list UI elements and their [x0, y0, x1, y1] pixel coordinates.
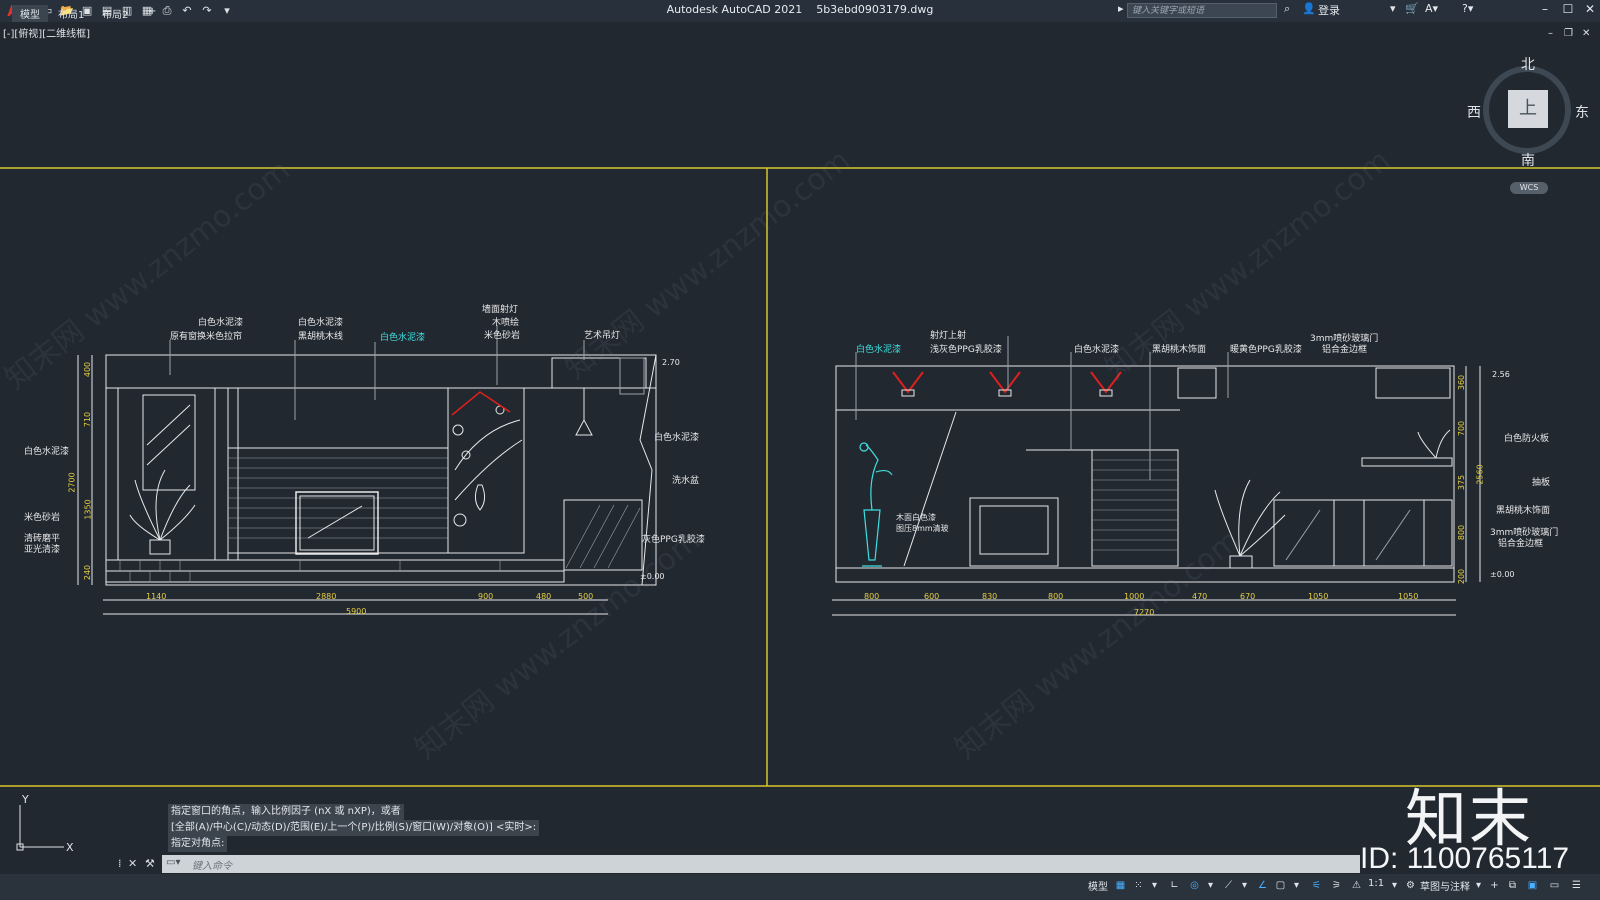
- annotation-visibility-icon[interactable]: ⚟: [1310, 880, 1323, 892]
- tab-model[interactable]: 模型: [12, 5, 48, 22]
- command-customize-icon[interactable]: ⚒: [145, 857, 155, 870]
- compass-north[interactable]: 北: [1521, 54, 1535, 74]
- right-elevation: [832, 336, 1481, 616]
- svg-text:X: X: [66, 841, 74, 854]
- drawing-canvas[interactable]: [0, 0, 1600, 900]
- command-recent-icon[interactable]: ▭▾: [166, 857, 180, 868]
- isolate-objects-icon[interactable]: ⧉: [1506, 880, 1519, 892]
- brand-id: ID: 1100765117: [1360, 842, 1570, 875]
- customization-menu-icon[interactable]: ☰: [1570, 880, 1583, 892]
- auto-scale-icon[interactable]: ⚞: [1330, 880, 1343, 892]
- annotation-scale-icon[interactable]: ⚠: [1350, 880, 1363, 892]
- workspace-gear-icon[interactable]: ⚙: [1404, 880, 1417, 892]
- isodraft-icon[interactable]: ⟋: [1222, 880, 1235, 892]
- model-space-toggle[interactable]: 模型: [1088, 878, 1108, 893]
- left-elevation: [77, 325, 657, 615]
- workspace-chevron-icon[interactable]: ▾: [1472, 880, 1485, 892]
- command-close-icon[interactable]: ✕: [128, 857, 137, 870]
- add-layout-button[interactable]: +: [140, 5, 164, 18]
- tab-layout2[interactable]: 布局2: [94, 5, 136, 22]
- command-history-line: 指定对角点:: [168, 836, 228, 852]
- polar-chevron-icon[interactable]: ▾: [1204, 880, 1217, 892]
- workspace-switch[interactable]: 草图与注释: [1420, 878, 1470, 893]
- isodraft-chevron-icon[interactable]: ▾: [1238, 880, 1251, 892]
- compass-east[interactable]: 东: [1575, 102, 1589, 122]
- scale-chevron-icon[interactable]: ▾: [1388, 880, 1401, 892]
- snap-icon[interactable]: ⁙: [1132, 880, 1145, 892]
- command-history-line: 指定窗口的角点，输入比例因子 (nX 或 nXP)，或者: [168, 804, 404, 820]
- object-snap-icon[interactable]: ▢: [1274, 880, 1287, 892]
- grid-icon[interactable]: ▦: [1114, 880, 1127, 892]
- command-grip-icon[interactable]: ⁞: [118, 857, 122, 870]
- command-line[interactable]: ▭▾ 键入命令: [162, 855, 1360, 873]
- viewcube-top-face[interactable]: 上: [1508, 90, 1548, 128]
- polar-icon[interactable]: ◎: [1188, 880, 1201, 892]
- object-snap-tracking-icon[interactable]: ∠: [1256, 880, 1269, 892]
- cyan-vase: [859, 442, 893, 567]
- ortho-icon[interactable]: ∟: [1168, 880, 1181, 892]
- wcs-menu[interactable]: WCS: [1510, 182, 1548, 194]
- viewport-borders: [0, 167, 1600, 787]
- clean-screen-icon[interactable]: ▭: [1548, 880, 1561, 892]
- command-history: 指定窗口的角点，输入比例因子 (nX 或 nXP)，或者 [全部(A)/中心(C…: [168, 804, 540, 852]
- object-snap-chevron-icon[interactable]: ▾: [1290, 880, 1303, 892]
- tab-layout1[interactable]: 布局1: [50, 5, 92, 22]
- annotation-scale[interactable]: 1:1: [1368, 878, 1384, 889]
- compass-west[interactable]: 西: [1467, 102, 1481, 122]
- add-icon[interactable]: +: [1488, 880, 1501, 892]
- ucs-icon: Y X: [16, 795, 74, 854]
- command-history-line: [全部(A)/中心(C)/动态(D)/范围(E)/上一个(P)/比例(S)/窗口…: [168, 820, 540, 836]
- snap-chevron-icon[interactable]: ▾: [1148, 880, 1161, 892]
- compass-south[interactable]: 南: [1521, 150, 1535, 170]
- hardware-acceleration-icon[interactable]: ▣: [1526, 880, 1539, 892]
- command-input[interactable]: 键入命令: [192, 857, 232, 872]
- viewcube[interactable]: 上 北 南 西 东: [1467, 57, 1589, 169]
- svg-text:Y: Y: [21, 795, 29, 806]
